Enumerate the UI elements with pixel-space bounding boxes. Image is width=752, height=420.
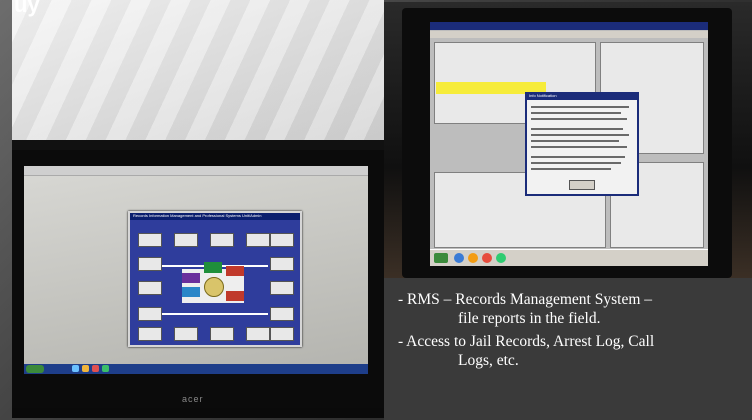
- rms-tile[interactable]: [138, 307, 162, 321]
- rms-tile[interactable]: [138, 327, 162, 341]
- app-titlebar: [430, 22, 708, 30]
- rms-tile[interactable]: [270, 307, 294, 321]
- app-menubar: [24, 166, 368, 176]
- rms-window-title: Records Information Management and Profe…: [133, 213, 262, 218]
- rms-tile[interactable]: [210, 327, 234, 341]
- monitor-bezel: Records Information Management and Profe…: [12, 150, 384, 408]
- dialog-text-line: [531, 162, 621, 164]
- module-red-lower[interactable]: [226, 291, 244, 301]
- caption-line-2: file reports in the field.: [458, 310, 601, 327]
- notification-dialog: Info Notification: [525, 92, 639, 196]
- dialog-text-line: [531, 156, 625, 158]
- rms-tile[interactable]: [138, 257, 162, 271]
- taskbar-icon[interactable]: [72, 365, 79, 372]
- start-button[interactable]: [434, 253, 448, 263]
- dialog-text-line: [531, 146, 627, 148]
- dialog-ok-button[interactable]: [569, 180, 595, 190]
- taskbar-icon[interactable]: [102, 365, 109, 372]
- module-green[interactable]: [204, 262, 222, 273]
- dialog-text-line: [531, 106, 629, 108]
- caption-line-1: - RMS – Records Management System –: [398, 291, 653, 308]
- windows-taskbar: [430, 249, 708, 266]
- rms-tile[interactable]: [270, 327, 294, 341]
- whiteboard-photo: [12, 0, 384, 146]
- dispatch-screen: Info Notification: [430, 22, 708, 266]
- dialog-titlebar: Info Notification: [527, 93, 637, 100]
- rms-window-titlebar: Records Information Management and Profe…: [130, 213, 300, 220]
- rms-tile[interactable]: [270, 233, 294, 247]
- flow-connector: [162, 313, 268, 315]
- left-monitor-photo: Records Information Management and Profe…: [12, 140, 384, 418]
- dialog-text-line: [531, 140, 619, 142]
- rms-tile[interactable]: [138, 281, 162, 295]
- dialog-title: Info Notification: [529, 93, 557, 98]
- slide-title: uy: [14, 0, 40, 17]
- rms-tile[interactable]: [270, 281, 294, 295]
- windows-taskbar: [24, 364, 368, 374]
- caption-line-4: Logs, etc.: [458, 352, 519, 369]
- rms-tile[interactable]: [138, 233, 162, 247]
- browser-icon[interactable]: [482, 253, 492, 263]
- rms-main-window: Records Information Management and Profe…: [128, 211, 302, 347]
- module-red[interactable]: [226, 266, 244, 276]
- rms-tile[interactable]: [174, 327, 198, 341]
- taskbar-icon[interactable]: [496, 253, 506, 263]
- taskbar-icon[interactable]: [82, 365, 89, 372]
- dialog-text-line: [531, 168, 611, 170]
- rms-tile[interactable]: [270, 257, 294, 271]
- app-menubar: [430, 31, 708, 38]
- dialog-text-line: [531, 128, 623, 130]
- module-blue[interactable]: [182, 287, 200, 297]
- start-button[interactable]: [26, 365, 44, 373]
- module-purple[interactable]: [182, 273, 200, 283]
- rms-desktop-screen: Records Information Management and Profe…: [24, 166, 368, 374]
- caption-box: - RMS – Records Management System – file…: [384, 278, 752, 420]
- rms-tile[interactable]: [246, 327, 270, 341]
- rms-tile[interactable]: [210, 233, 234, 247]
- rms-tile[interactable]: [174, 233, 198, 247]
- dialog-text-line: [531, 118, 627, 120]
- caption-line-3: - Access to Jail Records, Arrest Log, Ca…: [398, 333, 655, 350]
- monitor-brand-logo: acer: [182, 394, 204, 404]
- department-seal: [204, 277, 224, 297]
- rms-tile[interactable]: [246, 233, 270, 247]
- rms-center-hub: [182, 262, 244, 303]
- dialog-text-line: [531, 134, 629, 136]
- laptop-bezel: Info Notification: [402, 8, 732, 278]
- taskbar-icon[interactable]: [454, 253, 464, 263]
- taskbar-icon[interactable]: [92, 365, 99, 372]
- taskbar-icon[interactable]: [468, 253, 478, 263]
- dialog-text-line: [531, 112, 621, 114]
- right-laptop-photo: Info Notification: [384, 2, 752, 278]
